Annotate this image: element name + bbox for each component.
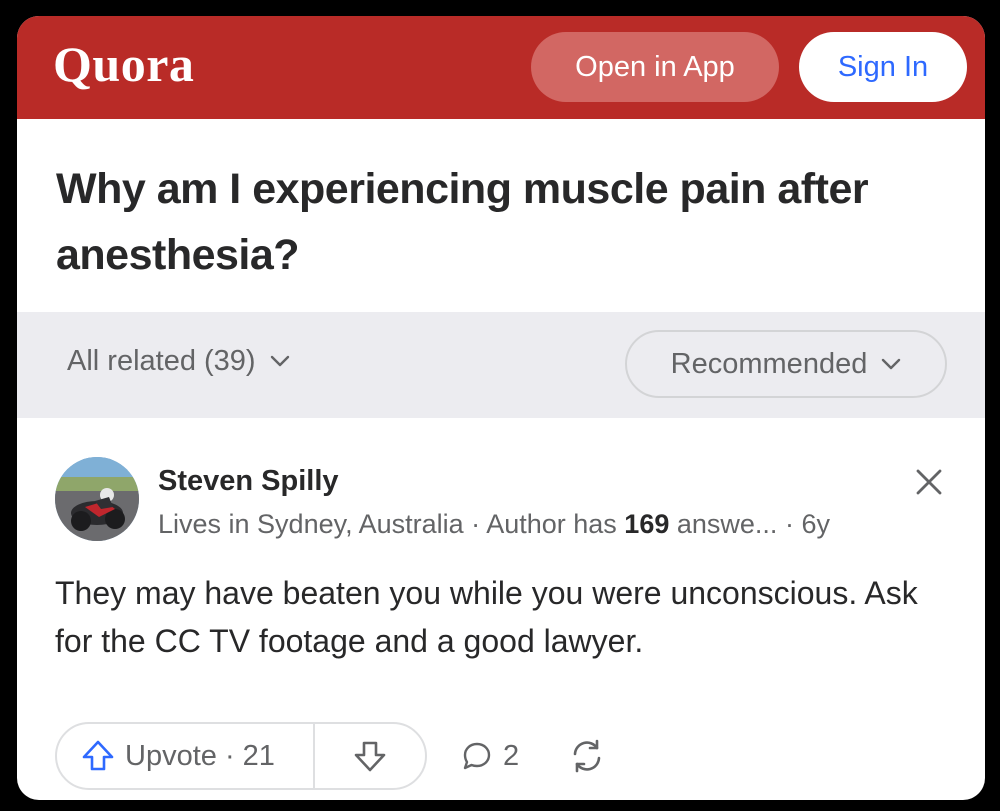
author-credential-suffix: answe... [676,509,778,539]
sign-in-button[interactable]: Sign In [799,32,967,102]
chevron-down-icon [270,355,289,367]
author-avatar[interactable] [55,457,139,541]
close-icon[interactable] [913,466,945,498]
downvote-arrow-icon [354,741,386,772]
vote-button-group: Upvote · 21 [55,722,427,790]
answer-text[interactable]: They may have beaten you while you were … [55,569,945,665]
sort-label: Recommended [670,347,868,380]
comment-bubble-icon [463,742,491,770]
quora-answer-card: Quora Open in App Sign In Why am I exper… [17,16,985,800]
all-related-label: All related (39) [67,344,256,377]
quora-logo[interactable]: Quora [53,34,194,94]
avatar-image [55,457,139,541]
all-related-dropdown[interactable]: All related (39) [67,341,290,381]
downvote-button[interactable] [315,724,425,788]
open-in-app-button[interactable]: Open in App [531,32,779,102]
chevron-down-icon [882,358,901,370]
author-credential-prefix: Author has [486,509,617,539]
upvote-arrow-icon [82,740,114,771]
upvote-label: Upvote [125,739,217,772]
sort-dropdown[interactable]: Recommended [625,330,947,398]
question-title[interactable]: Why am I experiencing muscle pain after … [56,156,936,288]
answers-filter-bar: All related (39) Recommended [17,312,985,418]
comment-count: 2 [503,739,520,772]
comments-button[interactable]: 2 [461,738,519,774]
author-location: Lives in Sydney, Australia [158,509,464,539]
answer-age: 6y [801,509,830,539]
top-header-bar: Quora Open in App Sign In [17,16,985,119]
share-cycle-icon[interactable] [568,738,606,774]
author-answer-count: 169 [624,509,670,539]
author-name[interactable]: Steven Spilly [158,463,339,499]
author-credentials: Lives in Sydney, Australia · Author has … [158,509,830,539]
upvote-button[interactable]: Upvote · 21 [57,724,315,788]
upvote-count: 21 [242,739,275,772]
